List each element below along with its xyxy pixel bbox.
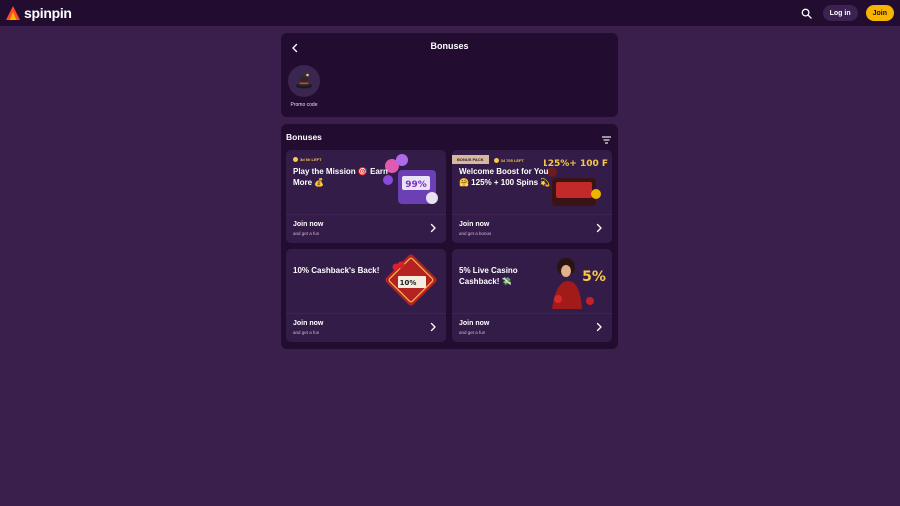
bonus-card-title: Welcome Boost for You 🤗 125% + 100 Spins… (459, 167, 551, 187)
time-left-badge: 34 705 LEFT (493, 158, 524, 163)
join-now-link[interactable]: Join now (459, 221, 489, 228)
art-label-1: 99% (405, 180, 427, 190)
search-icon (801, 8, 812, 19)
promo-code-button[interactable]: Promo code (287, 65, 321, 108)
bonus-card-title: Play the Mission 🎯 Earn More 💰 (293, 167, 388, 187)
time-left-badge: 3d 6h LEFT (293, 157, 322, 162)
join-now-link[interactable]: Join now (293, 221, 323, 228)
logo[interactable]: spinpin (4, 5, 72, 21)
bonus-card-cashback[interactable]: 10% 10% Cashback's Back! Join now and ge… (286, 249, 446, 342)
card-subtitle: and get a fun (293, 231, 320, 236)
card-divider (452, 313, 612, 314)
section-title: Bonuses (286, 132, 322, 142)
card-subtitle: and get a fun (459, 330, 486, 335)
logo-flame-icon (6, 6, 20, 20)
bonus-pack-badge: BONUS PACK (452, 155, 489, 164)
art-label-4: 5% (582, 269, 606, 285)
chevron-right-icon[interactable] (429, 322, 437, 332)
clock-icon (493, 158, 499, 163)
top-navigation-bar: spinpin Log in Join (0, 0, 900, 26)
chevron-right-icon[interactable] (595, 223, 603, 233)
search-button[interactable] (799, 5, 815, 21)
time-left-text: 3d 6h LEFT (300, 157, 322, 162)
card-divider (452, 214, 612, 215)
filter-button[interactable] (601, 132, 612, 144)
card-subtitle: and get a fun (293, 330, 320, 335)
bonus-card-live-casino[interactable]: 5% 5% Live Casino Cashback! 💸 Join now a… (452, 249, 612, 342)
promo-code-label: Promo code (290, 102, 318, 108)
art-label-3: 10% (400, 279, 417, 287)
clock-icon (293, 157, 298, 162)
chevron-right-icon[interactable] (595, 322, 603, 332)
chevron-right-icon[interactable] (429, 223, 437, 233)
card-subtitle: and get a bonus (459, 231, 492, 236)
logo-text: spinpin (24, 5, 72, 21)
card-divider (286, 313, 446, 314)
card-divider (286, 214, 446, 215)
join-now-link[interactable]: Join now (459, 320, 489, 327)
filter-icon (602, 136, 611, 144)
bonus-card-title: 5% Live Casino Cashback! 💸 (459, 266, 518, 286)
page-title: Bonuses (430, 41, 469, 51)
bonus-card-title: 10% Cashback's Back! (293, 266, 380, 275)
bonuses-list-panel: Bonuses 99% 3d 6h LEFT Play the Mission … (281, 124, 618, 349)
login-button[interactable]: Log in (822, 5, 858, 21)
cashback-ticket-cherries-illustration: 10% (385, 254, 437, 306)
bonus-card-mission[interactable]: 99% 3d 6h LEFT Play the Mission 🎯 Earn M… (286, 150, 446, 243)
promo-code-avatar (288, 65, 320, 97)
magic-hat-icon (296, 73, 312, 89)
join-button[interactable]: Join (865, 5, 894, 21)
bonus-card-welcome[interactable]: 125%+ 100 FS BONUS PACK 34 705 LEFT Welc… (452, 150, 612, 243)
join-now-link[interactable]: Join now (293, 320, 323, 327)
bonuses-header-panel: Bonuses Promo code (281, 33, 618, 117)
time-left-text: 34 705 LEFT (500, 158, 524, 163)
